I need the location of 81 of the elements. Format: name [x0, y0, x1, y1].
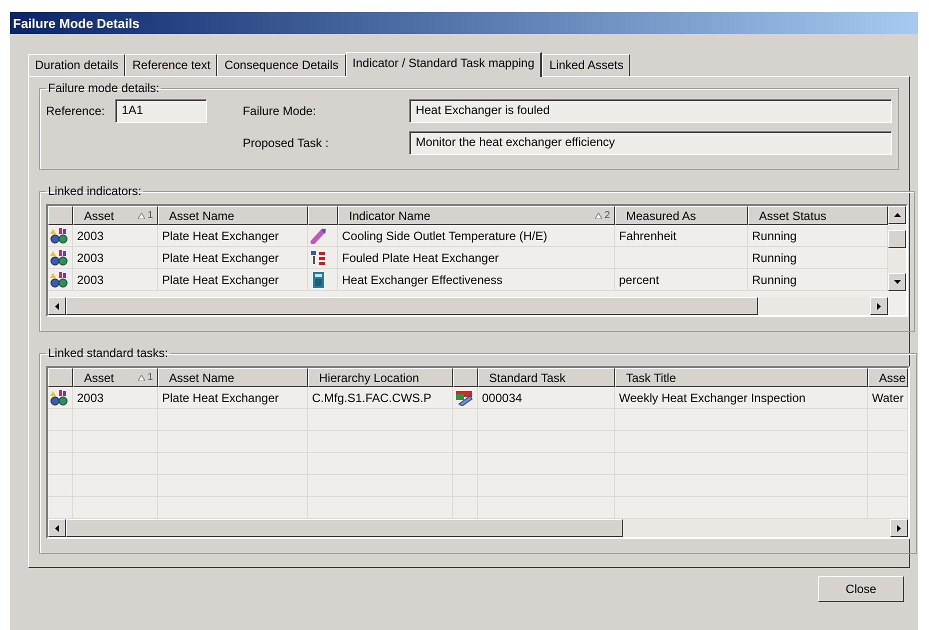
proposed-task-label: Proposed Task : — [242, 136, 330, 150]
scroll-right-button[interactable] — [890, 519, 908, 537]
table-cell — [48, 431, 73, 453]
table-cell — [48, 475, 73, 497]
column-header[interactable]: Measured As — [615, 206, 748, 225]
table-cell: Cooling Side Outlet Temperature (H/E) — [338, 225, 615, 247]
column-header[interactable]: Asset Name — [158, 206, 308, 225]
horizontal-scrollbar[interactable] — [48, 519, 908, 537]
table-cell: 000034 — [478, 387, 615, 409]
column-header[interactable]: Asset Status — [748, 206, 888, 225]
scroll-down-button[interactable] — [888, 273, 906, 291]
column-header[interactable] — [48, 368, 73, 387]
column-header[interactable]: Standard Task — [478, 368, 615, 387]
table-cell: Fouled Plate Heat Exchanger — [338, 247, 615, 269]
table-cell: 2003 — [73, 247, 158, 269]
table-cell — [868, 475, 908, 497]
column-header[interactable]: Asset 1 — [73, 368, 158, 387]
column-header[interactable]: Asset Name — [158, 368, 308, 387]
group-title: Failure mode details: — [47, 81, 160, 95]
proposed-task-field[interactable]: Monitor the heat exchanger efficiency — [408, 131, 892, 155]
left-arrow-icon — [55, 302, 59, 310]
table-cell: Plate Heat Exchanger — [158, 269, 308, 291]
sort-arrow-icon — [138, 212, 146, 218]
table-cell: Plate Heat Exchanger — [158, 387, 308, 409]
table-cell — [868, 409, 908, 431]
sort-order: 1 — [147, 210, 153, 221]
table-cell — [868, 453, 908, 475]
table-cell: Fahrenheit — [615, 225, 748, 247]
scroll-right-button[interactable] — [870, 297, 888, 315]
down-arrow-icon — [894, 280, 900, 284]
table-cell — [868, 431, 908, 453]
column-header[interactable]: Asse — [868, 368, 908, 387]
task-icon — [455, 390, 473, 406]
tab[interactable]: Consequence Details — [217, 54, 346, 76]
left-arrow-icon — [55, 524, 59, 532]
table-cell: Water — [868, 387, 908, 409]
column-header[interactable] — [308, 206, 338, 225]
tab[interactable]: Linked Assets — [542, 54, 630, 76]
sort-arrow-icon — [595, 212, 602, 218]
window-title: Failure Mode Details — [13, 16, 140, 30]
table-cell: 2003 — [73, 387, 158, 409]
right-arrow-icon — [897, 524, 901, 532]
table-cell: percent — [615, 269, 748, 291]
close-button[interactable]: Close — [818, 576, 904, 602]
sort-arrow-icon — [138, 374, 146, 380]
scroll-up-button[interactable] — [888, 206, 906, 224]
column-header[interactable] — [48, 206, 73, 225]
table-cell: Heat Exchanger Effectiveness — [338, 269, 615, 291]
table-cell: Plate Heat Exchanger — [158, 225, 308, 247]
reference-field[interactable]: 1A1 — [114, 99, 207, 123]
tab[interactable]: Indicator / Standard Task mapping — [346, 52, 542, 77]
scroll-left-button[interactable] — [48, 297, 66, 315]
vertical-scrollbar[interactable] — [888, 206, 906, 291]
group-title: Linked standard tasks: — [47, 346, 170, 360]
scroll-left-button[interactable] — [48, 519, 66, 537]
scrollbar-thumb[interactable] — [66, 519, 623, 537]
column-header[interactable]: Asset 1 — [73, 206, 158, 225]
table-cell: C.Mfg.S1.FAC.CWS.P — [308, 387, 453, 409]
right-arrow-icon — [877, 302, 881, 310]
column-header[interactable]: Hierarchy Location — [308, 368, 453, 387]
table-cell: 2003 — [73, 269, 158, 291]
column-header[interactable] — [453, 368, 478, 387]
sort-order: 2 — [604, 210, 610, 221]
column-header[interactable]: Indicator Name 2 — [338, 206, 615, 225]
tab[interactable]: Duration details — [28, 54, 126, 76]
list-icon — [310, 250, 328, 266]
group-title: Linked indicators: — [47, 184, 142, 198]
table-cell: Weekly Heat Exchanger Inspection — [615, 387, 868, 409]
column-header[interactable]: Task Title — [615, 368, 868, 387]
table-cell — [48, 453, 73, 475]
sort-order: 1 — [147, 372, 153, 383]
table-cell: Plate Heat Exchanger — [158, 247, 308, 269]
scrollbar-thumb[interactable] — [888, 230, 906, 248]
failure-mode-field[interactable]: Heat Exchanger is fouled — [408, 99, 892, 123]
failure-mode-label: Failure Mode: — [242, 104, 318, 118]
table-cell: 2003 — [73, 225, 158, 247]
up-arrow-icon — [894, 213, 900, 217]
tab[interactable]: Reference text — [125, 54, 218, 76]
horizontal-scrollbar[interactable] — [48, 297, 888, 315]
scrollbar-thumb[interactable] — [66, 297, 758, 315]
reference-label: Reference: — [46, 104, 105, 118]
